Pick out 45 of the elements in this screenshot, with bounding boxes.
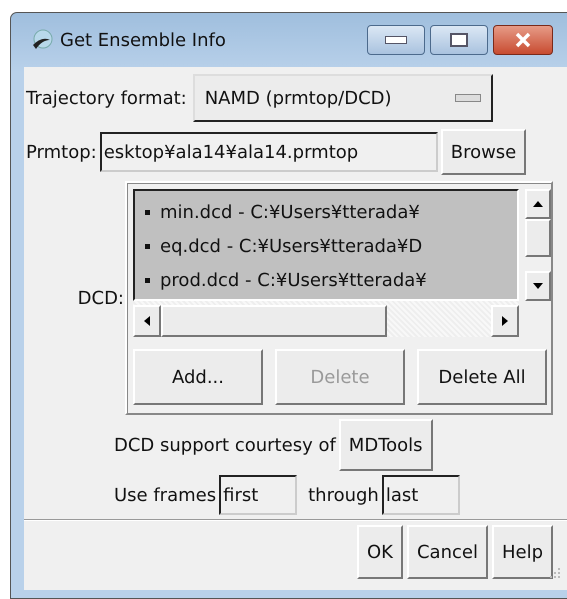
first-frame-field[interactable]: first bbox=[219, 475, 298, 515]
bullet-icon bbox=[145, 210, 150, 214]
format-dropdown[interactable]: NAMD (prmtop/DCD) bbox=[192, 74, 493, 122]
up-arrow-icon bbox=[532, 200, 544, 208]
dcd-button[interactable]: Add... bbox=[133, 349, 263, 405]
close-button[interactable] bbox=[493, 25, 553, 55]
down-arrow-icon bbox=[532, 282, 544, 290]
list-item[interactable]: prod.dcd - C:¥Users¥tterada¥ bbox=[145, 263, 517, 297]
file-list[interactable]: min.dcd - C:¥Users¥tterada¥ eq.dcd - C:¥Users¥tterada¥D prod.dcd - C:¥Users¥tterada¥ bbox=[133, 189, 519, 301]
field-label: Use frames bbox=[114, 484, 216, 506]
bullet-icon bbox=[145, 278, 150, 282]
resize-grip-icon bbox=[549, 567, 561, 579]
dialog-button[interactable]: Help bbox=[492, 525, 553, 579]
last-frame-field[interactable]: last bbox=[382, 475, 460, 515]
list-item[interactable]: eq.dcd - C:¥Users¥tterada¥D bbox=[145, 229, 517, 263]
bullet-icon bbox=[145, 244, 150, 248]
scroll-thumb[interactable] bbox=[161, 305, 387, 337]
dialog-button[interactable]: Cancel bbox=[406, 525, 488, 579]
window-title: Get Ensemble Info bbox=[60, 30, 226, 50]
browse-button[interactable]: Browse bbox=[440, 129, 526, 175]
maximize-button[interactable] bbox=[430, 25, 488, 55]
field-label: Prmtop: bbox=[26, 142, 97, 162]
list-item[interactable]: min.dcd - C:¥Users¥tterada¥ bbox=[145, 195, 517, 229]
field-label: Trajectory format: bbox=[26, 88, 187, 108]
scroll-left-button[interactable] bbox=[133, 305, 161, 337]
dcd-button[interactable]: Delete All bbox=[417, 349, 547, 405]
file-path: min.dcd - C:¥Users¥tterada¥ bbox=[160, 202, 420, 222]
mdtools-button[interactable]: MDTools bbox=[338, 419, 433, 471]
horizontal-scrollbar[interactable] bbox=[133, 301, 519, 337]
dialog-button[interactable]: OK bbox=[356, 525, 403, 579]
left-arrow-icon bbox=[143, 315, 151, 327]
prmtop-field[interactable]: esktop¥ala14¥ala14.prmtop bbox=[100, 132, 438, 172]
scroll-right-button[interactable] bbox=[491, 305, 519, 337]
file-path: eq.dcd - C:¥Users¥tterada¥D bbox=[160, 236, 422, 256]
minimize-button[interactable] bbox=[367, 25, 425, 55]
close-icon bbox=[513, 32, 533, 48]
scroll-up-button[interactable] bbox=[525, 189, 551, 219]
right-arrow-icon bbox=[501, 315, 509, 327]
file-path: prod.dcd - C:¥Users¥tterada¥ bbox=[160, 270, 427, 290]
scroll-down-button[interactable] bbox=[525, 271, 551, 301]
field-label: through bbox=[307, 484, 379, 506]
support-text: DCD support courtesy of bbox=[114, 434, 336, 456]
field-label: DCD: bbox=[76, 288, 125, 308]
menu-indicator-icon bbox=[454, 94, 481, 102]
scroll-thumb[interactable] bbox=[525, 219, 551, 257]
